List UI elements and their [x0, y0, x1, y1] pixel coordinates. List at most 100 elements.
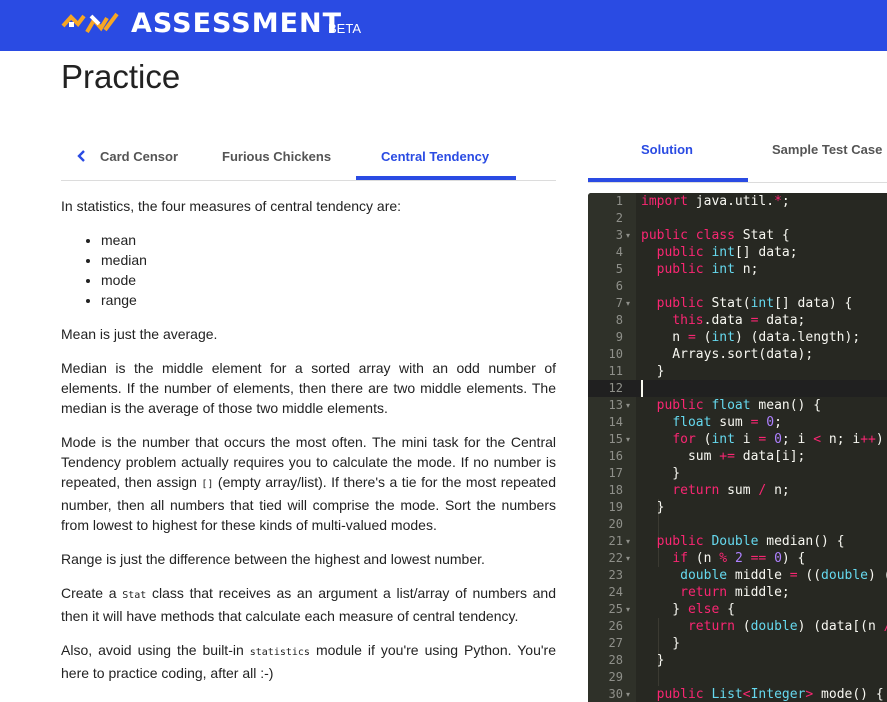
active-editor-tab-indicator — [588, 178, 748, 182]
list-item: mean — [101, 230, 556, 250]
code-line[interactable]: 14 float sum = 0; — [588, 414, 887, 431]
assessment-logo-icon[interactable] — [61, 8, 119, 38]
tab-furious-chickens[interactable]: Furious Chickens — [222, 149, 331, 164]
code-text: } — [641, 466, 681, 481]
avoid-text: Also, avoid using the built-in statistic… — [61, 640, 556, 683]
active-tab-indicator — [356, 176, 516, 180]
list-item: median — [101, 250, 556, 270]
inline-code: Stat — [122, 590, 147, 601]
code-line[interactable]: 21 ▾ public Double median() { — [588, 533, 887, 550]
code-line[interactable]: 27 } — [588, 635, 887, 652]
list-item: range — [101, 290, 556, 310]
code-text: public class Stat { — [641, 228, 790, 243]
create-text: Create a Stat class that receives as an … — [61, 583, 556, 626]
mean-text: Mean is just the average. — [61, 326, 218, 342]
code-line[interactable]: 5 public int n; — [588, 261, 887, 278]
fold-arrow-icon[interactable]: ▾ — [626, 431, 630, 448]
code-text: } — [641, 636, 681, 651]
code-text: } — [641, 364, 665, 379]
tab-central-tendency[interactable]: Central Tendency — [381, 149, 489, 164]
line-number: 29 — [608, 670, 623, 684]
code-line[interactable]: 24 return middle; — [588, 584, 887, 601]
code-text: } — [641, 653, 665, 668]
code-line[interactable]: 17 } — [588, 465, 887, 482]
code-line[interactable]: 1 import java.util.*; — [588, 193, 887, 210]
code-text: public int n; — [656, 262, 759, 277]
code-text: float sum = 0; — [672, 415, 782, 430]
code-line[interactable]: 8 this.data = data; — [588, 312, 887, 329]
code-text: return middle; — [680, 585, 790, 600]
code-line[interactable]: 29 — [588, 669, 887, 686]
line-number: 28 — [608, 653, 623, 667]
code-line[interactable]: 11 } — [588, 363, 887, 380]
tab-solution[interactable]: Solution — [641, 142, 693, 157]
code-editor[interactable]: 1 import java.util.*; 2 3 ▾ public class Stat… — [588, 193, 887, 702]
line-number: 22 — [608, 551, 623, 565]
measures-list: mean median mode range — [101, 230, 556, 310]
line-number: 16 — [608, 449, 623, 463]
code-line[interactable]: 26 return (double) (data[(n / — [588, 618, 887, 635]
code-line[interactable]: 23 double middle = ((double) ( — [588, 567, 887, 584]
beta-badge: BETA — [328, 21, 361, 36]
line-number: 7 — [615, 296, 623, 310]
code-text: } — [641, 500, 665, 515]
fold-arrow-icon[interactable]: ▾ — [626, 227, 630, 244]
code-text: double middle = ((double) ( — [680, 568, 887, 583]
line-number: 10 — [608, 347, 623, 361]
code-line[interactable]: 4 public int[] data; — [588, 244, 887, 261]
mode-text: Mode is the number that occurs the most … — [61, 432, 556, 535]
code-line[interactable]: 12 — [588, 380, 887, 397]
code-line[interactable]: 30 ▾ public List<Integer> mode() { — [588, 686, 887, 702]
code-line[interactable]: 6 — [588, 278, 887, 295]
code-line[interactable]: 7 ▾ public Stat(int[] data) { — [588, 295, 887, 312]
code-line[interactable]: 19 } — [588, 499, 887, 516]
code-line[interactable]: 10 Arrays.sort(data); — [588, 346, 887, 363]
fold-arrow-icon[interactable]: ▾ — [626, 686, 630, 702]
code-text: n = (int) (data.length); — [641, 330, 861, 345]
code-text: public int[] data; — [656, 245, 798, 260]
fold-arrow-icon[interactable]: ▾ — [626, 397, 630, 414]
line-number: 24 — [608, 585, 623, 599]
fold-arrow-icon[interactable]: ▾ — [626, 533, 630, 550]
code-text: } else { — [641, 602, 735, 617]
code-text: public float mean() { — [656, 398, 822, 413]
code-line[interactable]: 20 — [588, 516, 887, 533]
tab-card-censor[interactable]: Card Censor — [100, 149, 178, 164]
code-line[interactable]: 9 n = (int) (data.length); — [588, 329, 887, 346]
create-text-part: Create a — [61, 585, 123, 601]
code-line[interactable]: 16 sum += data[i]; — [588, 448, 887, 465]
line-number: 3 — [615, 228, 623, 242]
text-cursor — [641, 380, 643, 397]
tab-sample-test-case[interactable]: Sample Test Case — [772, 142, 882, 157]
inline-code: statistics — [249, 647, 310, 658]
line-number: 5 — [615, 262, 623, 276]
brand-name[interactable]: ASSESSMENT — [131, 8, 342, 40]
line-number: 30 — [608, 687, 623, 701]
code-line[interactable]: 3 ▾ public class Stat { — [588, 227, 887, 244]
line-number: 15 — [608, 432, 623, 446]
page-title: Practice — [61, 58, 181, 95]
fold-arrow-icon[interactable]: ▾ — [626, 550, 630, 567]
code-text: sum += data[i]; — [641, 449, 806, 464]
top-bar: ASSESSMENT BETA — [0, 0, 887, 51]
code-line[interactable]: 22 ▾ if (n % 2 == 0) { — [588, 550, 887, 567]
line-number: 4 — [615, 245, 623, 259]
fold-arrow-icon[interactable]: ▾ — [626, 295, 630, 312]
code-line[interactable]: 13 ▾ public float mean() { — [588, 397, 887, 414]
code-line[interactable]: 18 return sum / n; — [588, 482, 887, 499]
fold-arrow-icon[interactable]: ▾ — [626, 601, 630, 618]
line-number: 27 — [608, 636, 623, 650]
line-number: 11 — [608, 364, 623, 378]
code-line[interactable]: 2 — [588, 210, 887, 227]
code-line[interactable]: 25 ▾ } else { — [588, 601, 887, 618]
code-text: this.data = data; — [672, 313, 806, 328]
code-line[interactable]: 28 } — [588, 652, 887, 669]
line-number: 2 — [615, 211, 623, 225]
code-text: public Stat(int[] data) { — [656, 296, 853, 311]
code-line[interactable]: 15▾ for (int i = 0; i < n; i++) { — [588, 431, 887, 448]
code-text: for (int i = 0; i < n; i++) { — [672, 432, 884, 447]
problem-tabs: Card Censor Furious Chickens Central Ten… — [61, 140, 556, 181]
chevron-left-icon[interactable] — [75, 148, 89, 164]
code-text: import java.util.*; — [641, 194, 790, 209]
median-text: Median is the middle element for a sorte… — [61, 360, 556, 416]
